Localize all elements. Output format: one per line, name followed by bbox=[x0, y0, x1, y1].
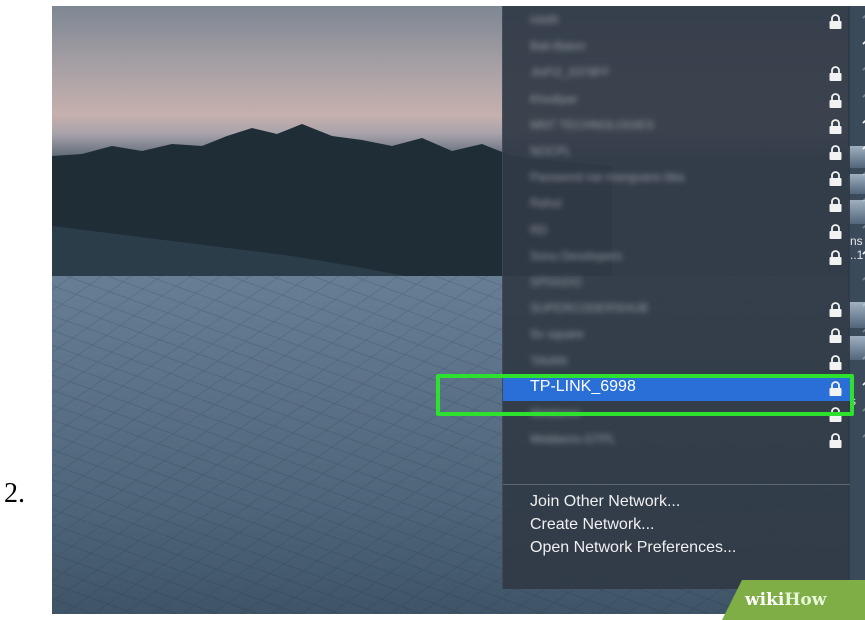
network-item[interactable]: MNT TECHNOLOGIES bbox=[503, 113, 865, 139]
lock-icon bbox=[829, 118, 842, 134]
network-item[interactable]: JioFi2_0378FF bbox=[503, 60, 865, 86]
network-item[interactable]: Password nai mangvano bka bbox=[503, 165, 865, 191]
network-item[interactable]: SUPERCODERSHUB bbox=[503, 296, 865, 322]
network-item[interactable]: Rahul bbox=[503, 191, 865, 217]
lock-icon bbox=[829, 171, 842, 187]
background-text: ns bbox=[850, 234, 863, 248]
network-name: Password nai mangvano bka bbox=[530, 170, 685, 185]
network-item[interactable]: Webberis-GTPL bbox=[503, 427, 865, 453]
network-name: TAVAN bbox=[530, 353, 568, 368]
lock-icon bbox=[829, 407, 842, 422]
network-name: MNT TECHNOLOGIES bbox=[530, 117, 655, 132]
network-name: RD bbox=[530, 222, 548, 237]
lock-icon bbox=[829, 66, 842, 82]
open-network-preferences-item[interactable]: Open Network Preferences... bbox=[530, 539, 736, 557]
lock-icon bbox=[829, 354, 842, 370]
lock-icon bbox=[829, 197, 842, 213]
lock-icon bbox=[829, 380, 842, 396]
network-name: Webberis-GTPL bbox=[530, 432, 616, 447]
network-name: TP-LINK_6998 bbox=[530, 377, 636, 395]
network-name: Sonu Developers bbox=[530, 248, 623, 263]
network-name: Bali-Baton bbox=[530, 39, 586, 54]
network-item[interactable]: Sv square bbox=[503, 322, 865, 348]
network-name: SPDGDO bbox=[530, 275, 583, 289]
lock-icon bbox=[829, 223, 842, 239]
wikihow-logo: wikiHow bbox=[745, 590, 826, 610]
wikihow-logo-wiki: wiki bbox=[745, 590, 785, 610]
network-name: Rahul bbox=[530, 196, 562, 211]
network-item[interactable]: RD bbox=[503, 218, 865, 244]
lock-icon bbox=[829, 92, 842, 108]
join-other-network-item[interactable]: Join Other Network... bbox=[530, 493, 680, 511]
network-item[interactable]: Bali-Baton bbox=[503, 34, 865, 60]
network-name: SUPERCODERSHUB bbox=[530, 301, 649, 316]
background-text: s bbox=[850, 394, 856, 408]
lock-icon bbox=[829, 302, 842, 318]
network-name: HAIR bbox=[530, 13, 559, 27]
lock-icon bbox=[829, 14, 842, 29]
network-item[interactable]: Sonu Developers bbox=[503, 244, 865, 270]
lock-icon bbox=[829, 249, 842, 265]
network-name: NOCPL bbox=[530, 144, 572, 158]
lock-icon bbox=[829, 328, 842, 344]
network-name: JioFi2_0378FF bbox=[530, 65, 611, 80]
network-item[interactable]: NOCPL bbox=[503, 139, 865, 165]
menu-separator bbox=[503, 484, 850, 485]
network-name: Khodiyar bbox=[530, 91, 578, 106]
network-item[interactable]: Webberis bbox=[503, 401, 865, 427]
step-number: 2. bbox=[4, 478, 25, 509]
network-item[interactable]: SPDGDO bbox=[503, 270, 865, 296]
network-item-selected[interactable]: TP-LINK_6998 bbox=[503, 374, 865, 401]
network-item[interactable]: HAIR bbox=[503, 8, 865, 34]
wifi-dropdown-menu: HAIR Bali-Baton JioFi2_0378FF Khodiyar MNT T… bbox=[502, 6, 865, 589]
network-name: Webberis bbox=[530, 406, 581, 420]
create-network-item[interactable]: Create Network... bbox=[530, 516, 654, 534]
desktop-screenshot: ns ..1 s HAIR Bali-Baton JioFi2_0378FF Khod… bbox=[52, 6, 865, 614]
wikihow-logo-how: How bbox=[784, 590, 827, 610]
network-name: Sv square bbox=[530, 327, 585, 342]
network-item[interactable]: TAVAN bbox=[503, 349, 865, 375]
network-item[interactable]: Khodiyar bbox=[503, 87, 865, 113]
lock-icon bbox=[829, 145, 842, 160]
lock-icon bbox=[829, 433, 842, 449]
